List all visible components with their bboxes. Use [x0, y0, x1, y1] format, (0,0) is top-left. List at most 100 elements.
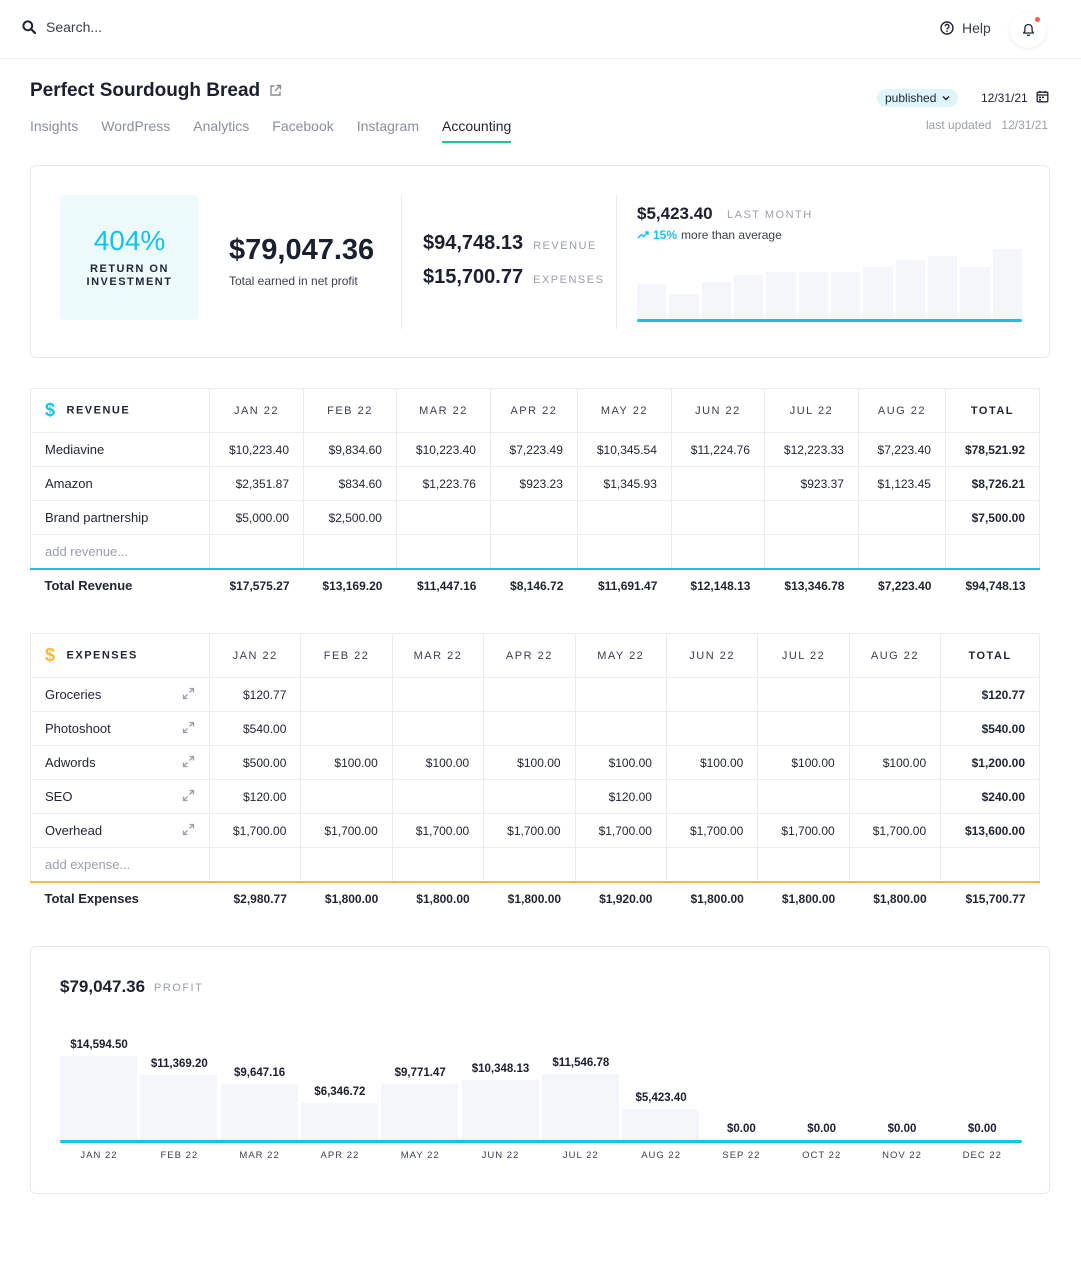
table-cell[interactable] — [395, 500, 491, 535]
table-cell[interactable] — [300, 711, 393, 746]
table-cell[interactable] — [489, 534, 578, 569]
table-cell[interactable]: $100.00 — [574, 745, 667, 780]
add-row-input[interactable]: add revenue... — [30, 534, 210, 569]
search-input[interactable]: Search... — [46, 19, 102, 35]
table-cell[interactable]: $1,700.00 — [300, 813, 393, 848]
table-cell[interactable]: $1,700.00 — [848, 813, 942, 848]
expand-icon[interactable] — [182, 789, 195, 805]
table-cell[interactable]: $100.00 — [483, 745, 576, 780]
table-cell[interactable] — [576, 500, 672, 535]
table-cell[interactable]: $100.00 — [757, 745, 850, 780]
table-cell[interactable]: $1,223.76 — [395, 466, 491, 501]
table-cell[interactable]: $5,000.00 — [209, 500, 304, 535]
row-label[interactable]: Mediavine — [30, 432, 210, 467]
calendar-icon[interactable] — [1036, 90, 1049, 103]
row-label[interactable]: Brand partnership — [30, 500, 210, 535]
table-cell[interactable]: $1,700.00 — [391, 813, 485, 848]
row-label[interactable]: Adwords — [30, 745, 210, 780]
expand-icon[interactable] — [182, 755, 195, 771]
table-cell[interactable] — [300, 779, 393, 814]
table-cell[interactable] — [665, 677, 759, 712]
table-cell[interactable]: $2,351.87 — [209, 466, 304, 501]
row-label[interactable]: Groceries — [30, 677, 210, 712]
add-row-input[interactable]: add expense... — [30, 847, 210, 882]
table-cell[interactable]: $7,223.40 — [857, 432, 946, 467]
table-cell[interactable] — [857, 534, 946, 569]
search-box[interactable]: Search... — [22, 19, 102, 35]
table-cell[interactable] — [665, 711, 759, 746]
table-cell[interactable]: $1,123.45 — [857, 466, 946, 501]
table-cell[interactable] — [483, 847, 576, 882]
tab-facebook[interactable]: Facebook — [272, 118, 333, 143]
table-cell[interactable] — [757, 677, 850, 712]
notifications-button[interactable] — [1010, 12, 1046, 48]
table-cell[interactable] — [757, 711, 850, 746]
table-cell[interactable] — [576, 534, 672, 569]
table-cell[interactable] — [395, 534, 491, 569]
table-cell[interactable] — [209, 534, 304, 569]
table-cell[interactable]: $2,500.00 — [303, 500, 397, 535]
table-cell[interactable] — [940, 847, 1040, 882]
table-cell[interactable] — [757, 779, 850, 814]
table-cell[interactable]: $9,834.60 — [303, 432, 397, 467]
table-cell[interactable] — [763, 534, 859, 569]
table-cell[interactable]: $11,224.76 — [670, 432, 765, 467]
table-cell[interactable]: $12,223.33 — [763, 432, 859, 467]
row-label[interactable]: Photoshoot — [30, 711, 210, 746]
table-cell[interactable] — [303, 534, 397, 569]
table-cell[interactable]: $120.77 — [208, 677, 302, 712]
help-button[interactable]: Help — [940, 20, 991, 36]
table-cell[interactable] — [489, 500, 578, 535]
table-cell[interactable] — [483, 779, 576, 814]
table-cell[interactable] — [670, 466, 765, 501]
expand-icon[interactable] — [182, 823, 195, 839]
table-cell[interactable] — [763, 500, 859, 535]
table-cell[interactable] — [391, 779, 485, 814]
table-cell[interactable]: $1,700.00 — [757, 813, 850, 848]
table-cell[interactable]: $1,700.00 — [483, 813, 576, 848]
table-cell[interactable] — [665, 847, 759, 882]
table-cell[interactable] — [857, 500, 946, 535]
table-cell[interactable] — [483, 711, 576, 746]
tab-wordpress[interactable]: WordPress — [101, 118, 170, 143]
row-label[interactable]: SEO — [30, 779, 210, 814]
table-cell[interactable] — [848, 847, 942, 882]
table-cell[interactable]: $100.00 — [848, 745, 942, 780]
table-cell[interactable]: $1,345.93 — [576, 466, 672, 501]
table-cell[interactable] — [574, 677, 667, 712]
table-cell[interactable]: $100.00 — [300, 745, 393, 780]
tab-insights[interactable]: Insights — [30, 118, 78, 143]
table-cell[interactable]: $100.00 — [665, 745, 759, 780]
table-cell[interactable]: $540.00 — [208, 711, 302, 746]
table-cell[interactable]: $10,345.54 — [576, 432, 672, 467]
table-cell[interactable]: $10,223.40 — [209, 432, 304, 467]
table-cell[interactable] — [300, 847, 393, 882]
table-cell[interactable] — [574, 847, 667, 882]
table-cell[interactable]: $120.00 — [208, 779, 302, 814]
table-cell[interactable] — [670, 500, 765, 535]
table-cell[interactable]: $100.00 — [391, 745, 485, 780]
table-cell[interactable]: $10,223.40 — [395, 432, 491, 467]
table-cell[interactable] — [208, 847, 302, 882]
table-cell[interactable] — [391, 711, 485, 746]
table-cell[interactable]: $834.60 — [303, 466, 397, 501]
table-cell[interactable] — [848, 677, 942, 712]
table-cell[interactable] — [944, 534, 1041, 569]
tab-analytics[interactable]: Analytics — [193, 118, 249, 143]
table-cell[interactable] — [300, 677, 393, 712]
table-cell[interactable] — [848, 711, 942, 746]
date-value[interactable]: 12/31/21 — [981, 91, 1028, 105]
table-cell[interactable]: $1,700.00 — [574, 813, 667, 848]
table-cell[interactable]: $120.00 — [574, 779, 667, 814]
table-cell[interactable] — [391, 677, 485, 712]
table-cell[interactable] — [757, 847, 850, 882]
external-link-icon[interactable] — [269, 84, 282, 97]
expand-icon[interactable] — [182, 721, 195, 737]
table-cell[interactable] — [574, 711, 667, 746]
expand-icon[interactable] — [182, 687, 195, 703]
table-cell[interactable]: $923.23 — [489, 466, 578, 501]
table-cell[interactable]: $500.00 — [208, 745, 302, 780]
row-label[interactable]: Amazon — [30, 466, 210, 501]
table-cell[interactable] — [670, 534, 765, 569]
table-cell[interactable] — [391, 847, 485, 882]
